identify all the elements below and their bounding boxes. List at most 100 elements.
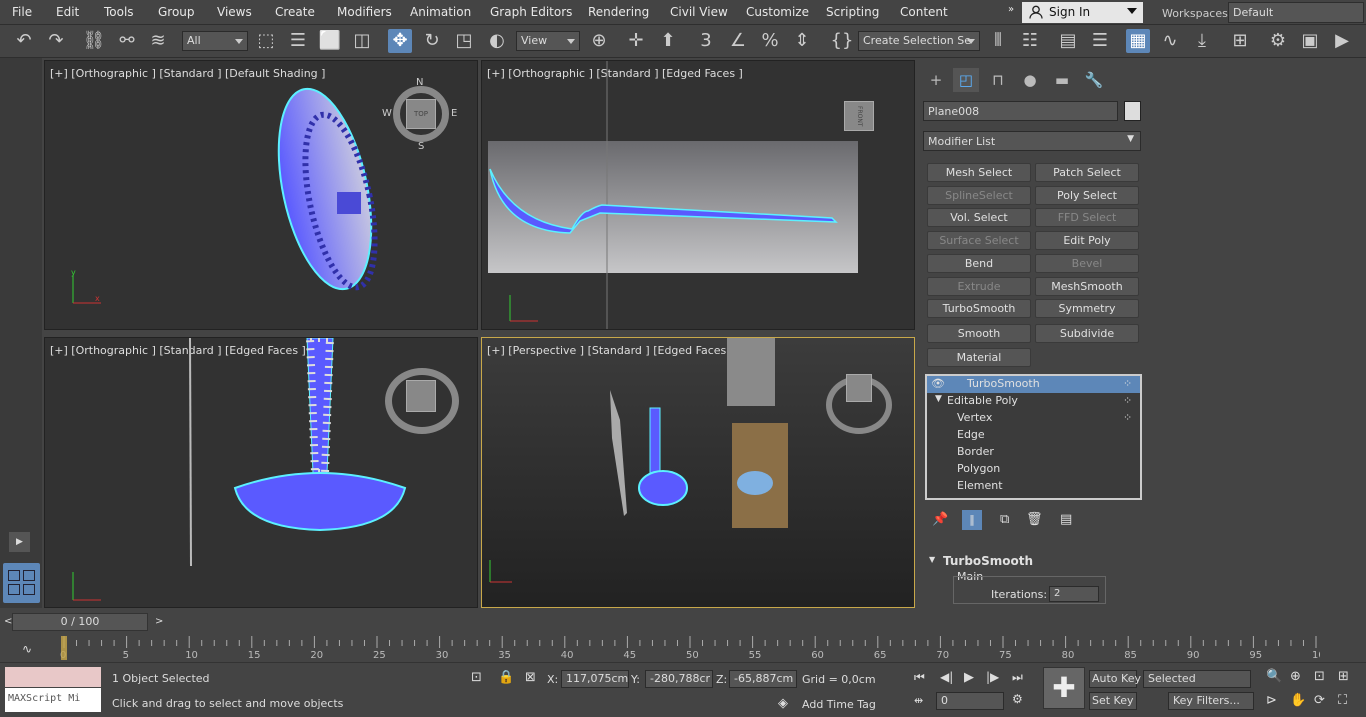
menu-tools[interactable]: Tools xyxy=(104,5,134,19)
current-frame-field[interactable]: 0 xyxy=(936,692,1004,710)
stack-item-turbosmooth[interactable]: 👁 TurboSmooth ⁘ xyxy=(927,376,1140,393)
viewcube[interactable] xyxy=(824,374,894,436)
menu-modifiers[interactable]: Modifiers xyxy=(337,5,392,19)
selection-filter-select[interactable]: All xyxy=(182,31,248,51)
menu-animation[interactable]: Animation xyxy=(410,5,471,19)
modify-tab-icon[interactable]: ◰ xyxy=(953,68,979,92)
display-toggle-icon[interactable]: ⁘ xyxy=(1123,394,1132,407)
set-key-button[interactable]: Set Key xyxy=(1089,692,1137,710)
mirror-icon[interactable]: ⫴ xyxy=(986,29,1010,53)
time-config-icon[interactable]: ⚙ xyxy=(1012,692,1023,706)
menu-rendering[interactable]: Rendering xyxy=(588,5,649,19)
undo-icon[interactable]: ↶ xyxy=(12,29,36,53)
iterations-spinner[interactable]: 2 xyxy=(1049,586,1099,602)
schematic-view-icon[interactable]: ⊞ xyxy=(1228,29,1252,53)
bind-space-warp-icon[interactable]: ≋ xyxy=(146,29,170,53)
edit-named-selections-icon[interactable]: {} xyxy=(830,29,854,53)
modifier-button[interactable]: Poly Select xyxy=(1035,186,1139,205)
named-selection-select[interactable]: Create Selection Se xyxy=(858,31,980,51)
modifier-button[interactable]: Symmetry xyxy=(1035,299,1139,318)
absolute-mode-icon[interactable]: ⊠ xyxy=(525,670,536,685)
select-object-icon[interactable]: ⬚ xyxy=(254,29,278,53)
ribbon-toggle-icon[interactable]: ▦ xyxy=(1126,29,1150,53)
show-end-result-icon[interactable]: ‖ xyxy=(962,510,982,530)
curve-editor-icon[interactable]: ∿ xyxy=(1158,29,1182,53)
pan-icon[interactable]: ✋ xyxy=(1290,693,1306,708)
isolate-icon[interactable]: ⊡ xyxy=(471,670,482,685)
viewport-front[interactable]: [+] [Orthographic ] [Standard ] [Edged F… xyxy=(481,60,915,330)
scene-explorer-icon[interactable]: ▤ xyxy=(1056,29,1080,53)
sign-in-dropdown[interactable]: Sign In xyxy=(1022,2,1143,23)
x-coordinate-field[interactable]: 117,075cm xyxy=(561,670,629,688)
display-tab-icon[interactable]: ▬ xyxy=(1049,68,1075,92)
rotate-icon[interactable]: ↻ xyxy=(420,29,444,53)
next-frame-icon[interactable]: > xyxy=(155,616,163,627)
menu-graph-editors[interactable]: Graph Editors xyxy=(490,5,572,19)
time-slider[interactable]: 0 / 100 xyxy=(12,613,148,631)
maximize-viewport-icon[interactable]: ⛶ xyxy=(1338,693,1347,708)
scale-icon[interactable]: ◳ xyxy=(452,29,476,53)
play-icon[interactable]: ▶ xyxy=(964,670,974,685)
layer-explorer-icon[interactable]: ☰ xyxy=(1088,29,1112,53)
link-icon[interactable]: ⛓ xyxy=(82,29,106,53)
z-coordinate-field[interactable]: -65,887cm xyxy=(729,670,797,688)
viewcube[interactable]: TOP N E S W xyxy=(382,77,457,152)
modifier-button[interactable]: Edit Poly xyxy=(1035,231,1139,250)
spinner-snap-icon[interactable]: ⇕ xyxy=(790,29,814,53)
stack-sub-vertex[interactable]: Vertex xyxy=(957,411,992,424)
add-time-tag[interactable]: Add Time Tag xyxy=(802,698,876,711)
viewcube[interactable] xyxy=(381,366,463,436)
orbit-icon[interactable]: ⟳ xyxy=(1314,693,1325,708)
modifier-button[interactable]: Vol. Select xyxy=(927,208,1031,227)
go-to-start-icon[interactable]: ⏮ xyxy=(914,670,925,685)
modifier-list-select[interactable]: Modifier List ▼ xyxy=(923,131,1141,151)
viewport-left[interactable]: [+] [Orthographic ] [Standard ] [Edged F… xyxy=(44,337,478,608)
menu-scripting[interactable]: Scripting xyxy=(826,5,879,19)
modifier-button[interactable]: Smooth xyxy=(927,324,1031,343)
display-toggle-icon[interactable]: ⁘ xyxy=(1123,377,1132,390)
menu-content[interactable]: Content xyxy=(900,5,948,19)
curve-editor-mini-icon[interactable]: ∿ xyxy=(22,642,32,656)
modifier-button[interactable]: Bend xyxy=(927,254,1031,273)
modifier-button[interactable]: MeshSmooth xyxy=(1035,277,1139,296)
utilities-tab-icon[interactable]: 🔧 xyxy=(1081,68,1107,92)
expand-triangle-icon[interactable]: ▼ xyxy=(935,394,942,404)
object-name-field[interactable]: Plane008 xyxy=(923,101,1118,121)
viewport-top[interactable]: [+] [Orthographic ] [Standard ] [Default… xyxy=(44,60,478,330)
menu-create[interactable]: Create xyxy=(275,5,315,19)
eye-icon[interactable]: 👁 xyxy=(931,377,945,390)
keyboard-shortcut-icon[interactable]: ⬆ xyxy=(656,29,680,53)
auto-key-button[interactable]: Auto Key xyxy=(1089,670,1141,688)
modifier-button[interactable]: Material xyxy=(927,348,1031,367)
menu-edit[interactable]: Edit xyxy=(56,5,79,19)
modifier-button[interactable]: Mesh Select xyxy=(927,163,1031,182)
expand-layout-button[interactable]: ▶ xyxy=(9,532,30,552)
zoom-extents-icon[interactable]: ⊡ xyxy=(1314,669,1325,684)
go-to-end-icon[interactable]: ⏭ xyxy=(1012,670,1023,685)
set-key-big-button[interactable]: ✚ xyxy=(1043,667,1085,709)
menu-group[interactable]: Group xyxy=(158,5,195,19)
percent-snap-icon[interactable]: % xyxy=(758,29,782,53)
redo-icon[interactable]: ↷ xyxy=(44,29,68,53)
reference-coord-select[interactable]: View xyxy=(516,31,580,51)
stack-item-editable-poly[interactable]: Editable Poly xyxy=(947,394,1018,407)
viewcube-top-face[interactable]: TOP xyxy=(406,99,436,129)
current-frame-marker[interactable] xyxy=(61,636,67,660)
window-crossing-icon[interactable]: ◫ xyxy=(350,29,374,53)
make-unique-icon[interactable]: ⧉ xyxy=(1000,512,1009,527)
rect-selection-icon[interactable]: ⬜ xyxy=(318,29,342,53)
field-of-view-icon[interactable]: ⊳ xyxy=(1266,693,1277,708)
maxscript-input[interactable]: MAXScript Mi xyxy=(5,688,101,712)
menu-overflow-icon[interactable]: » xyxy=(1008,4,1014,15)
pivot-center-icon[interactable]: ⊕ xyxy=(587,29,611,53)
maxscript-listener-pink[interactable] xyxy=(5,667,101,687)
object-color-swatch[interactable] xyxy=(1124,101,1141,121)
zoom-all-icon[interactable]: ⊕ xyxy=(1290,669,1301,684)
zoom-extents-all-icon[interactable]: ⊞ xyxy=(1338,669,1349,684)
lock-icon[interactable]: 🔒 xyxy=(498,670,514,685)
angle-snap-icon[interactable]: ∠ xyxy=(726,29,750,53)
collapse-triangle-icon[interactable]: ▼ xyxy=(929,555,935,564)
menu-civil-view[interactable]: Civil View xyxy=(670,5,728,19)
material-editor-icon[interactable]: ⚙ xyxy=(1266,29,1290,53)
menu-views[interactable]: Views xyxy=(217,5,252,19)
